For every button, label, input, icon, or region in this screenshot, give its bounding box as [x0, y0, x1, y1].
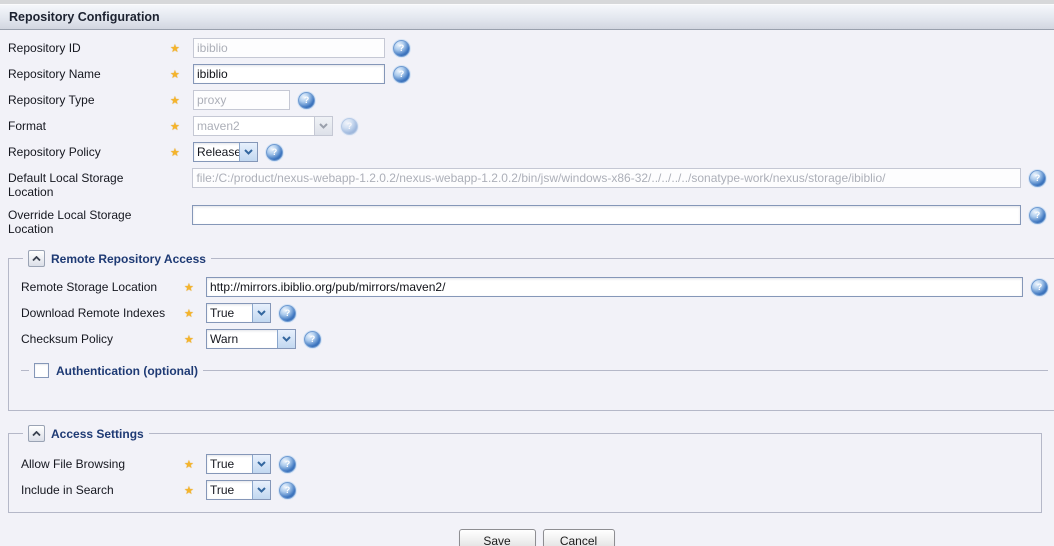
help-icon[interactable]: ?: [266, 144, 283, 161]
remote-storage-location-row: Remote Storage Location ★ ?: [21, 277, 1048, 297]
remote-storage-location-label: Remote Storage Location: [21, 277, 184, 294]
combo-value: Warn: [207, 330, 277, 348]
allow-file-browsing-combo[interactable]: True: [206, 454, 271, 474]
required-star-icon: ★: [170, 43, 180, 55]
download-remote-indexes-row: Download Remote Indexes ★ True ?: [21, 303, 1048, 323]
help-icon[interactable]: ?: [304, 331, 321, 348]
include-in-search-combo[interactable]: True: [206, 480, 271, 500]
default-local-storage-label: Default Local Storage Location: [8, 168, 170, 199]
repository-policy-combo[interactable]: Release: [193, 142, 258, 162]
section-title: Authentication (optional): [56, 364, 198, 378]
override-local-storage-label: Override Local Storage Location: [8, 205, 170, 236]
required-star-icon: ★: [184, 485, 194, 497]
format-row: Format ★ maven2 ?: [8, 116, 1046, 136]
allow-file-browsing-label: Allow File Browsing: [21, 454, 184, 471]
required-star-icon: ★: [170, 147, 180, 159]
download-remote-indexes-combo[interactable]: True: [206, 303, 271, 323]
required-star-icon: ★: [170, 121, 180, 133]
include-in-search-label: Include in Search: [21, 480, 184, 497]
help-icon[interactable]: ?: [1029, 207, 1046, 224]
panel-title: Repository Configuration: [9, 10, 160, 24]
access-settings-fieldset: Access Settings Allow File Browsing ★ Tr…: [8, 425, 1042, 513]
required-star-icon: ★: [184, 282, 194, 294]
section-title: Remote Repository Access: [51, 252, 206, 266]
include-in-search-row: Include in Search ★ True ?: [21, 480, 1029, 500]
help-icon[interactable]: ?: [1029, 170, 1046, 187]
authentication-checkbox[interactable]: [34, 363, 49, 378]
checksum-policy-combo[interactable]: Warn: [206, 329, 296, 349]
override-local-storage-row: Override Local Storage Location ?: [8, 205, 1046, 236]
override-local-storage-input[interactable]: [192, 205, 1021, 225]
repository-type-input: [193, 90, 290, 110]
repository-configuration-panel: Repository Configuration Repository ID ★…: [0, 0, 1054, 546]
button-bar: Save Cancel: [0, 529, 1046, 546]
help-icon[interactable]: ?: [279, 456, 296, 473]
required-star-icon: ★: [184, 334, 194, 346]
section-title: Access Settings: [51, 427, 144, 441]
remote-storage-location-input[interactable]: [206, 277, 1023, 297]
repository-id-input: [193, 38, 385, 58]
authentication-fieldset: Authentication (optional): [21, 363, 1048, 378]
repository-name-input[interactable]: [193, 64, 385, 84]
chevron-down-icon[interactable]: [277, 330, 295, 348]
checksum-policy-label: Checksum Policy: [21, 329, 184, 346]
chevron-down-icon[interactable]: [252, 455, 270, 473]
help-icon[interactable]: ?: [279, 482, 296, 499]
format-combo: maven2: [193, 116, 333, 136]
download-remote-indexes-label: Download Remote Indexes: [21, 303, 184, 320]
repository-id-label: Repository ID: [8, 38, 170, 55]
required-star-icon: ★: [170, 69, 180, 81]
combo-value: True: [207, 481, 252, 499]
allow-file-browsing-row: Allow File Browsing ★ True ?: [21, 454, 1029, 474]
default-local-storage-input: [192, 168, 1021, 188]
combo-value: True: [207, 304, 252, 322]
repository-name-row: Repository Name ★ ?: [8, 64, 1046, 84]
chevron-down-icon[interactable]: [239, 143, 257, 161]
repository-policy-row: Repository Policy ★ Release ?: [8, 142, 1046, 162]
repository-id-row: Repository ID ★ ?: [8, 38, 1046, 58]
collapse-icon[interactable]: [28, 425, 45, 442]
chevron-down-icon[interactable]: [252, 481, 270, 499]
required-star-icon: ★: [184, 308, 194, 320]
combo-value: True: [207, 455, 252, 473]
form-body: Repository ID ★ ? Repository Name ★ ? Re…: [0, 30, 1054, 546]
panel-header: Repository Configuration: [0, 5, 1054, 30]
help-icon[interactable]: ?: [393, 66, 410, 83]
collapse-icon[interactable]: [28, 250, 45, 267]
combo-value: Release: [194, 143, 239, 161]
help-icon[interactable]: ?: [1031, 279, 1048, 296]
repository-policy-label: Repository Policy: [8, 142, 170, 159]
help-icon[interactable]: ?: [393, 40, 410, 57]
combo-value: maven2: [194, 117, 314, 135]
chevron-down-icon[interactable]: [252, 304, 270, 322]
chevron-down-icon: [314, 117, 332, 135]
remote-repository-access-fieldset: Remote Repository Access Remote Storage …: [8, 250, 1054, 411]
help-icon: ?: [341, 118, 358, 135]
save-button[interactable]: Save: [459, 529, 536, 546]
help-icon[interactable]: ?: [279, 305, 296, 322]
required-star-icon: ★: [184, 459, 194, 471]
default-local-storage-row: Default Local Storage Location ?: [8, 168, 1046, 199]
help-icon[interactable]: ?: [298, 92, 315, 109]
required-star-icon: ★: [170, 95, 180, 107]
repository-type-label: Repository Type: [8, 90, 170, 107]
cancel-button[interactable]: Cancel: [543, 529, 615, 546]
format-label: Format: [8, 116, 170, 133]
repository-name-label: Repository Name: [8, 64, 170, 81]
checksum-policy-row: Checksum Policy ★ Warn ?: [21, 329, 1048, 349]
repository-type-row: Repository Type ★ ?: [8, 90, 1046, 110]
